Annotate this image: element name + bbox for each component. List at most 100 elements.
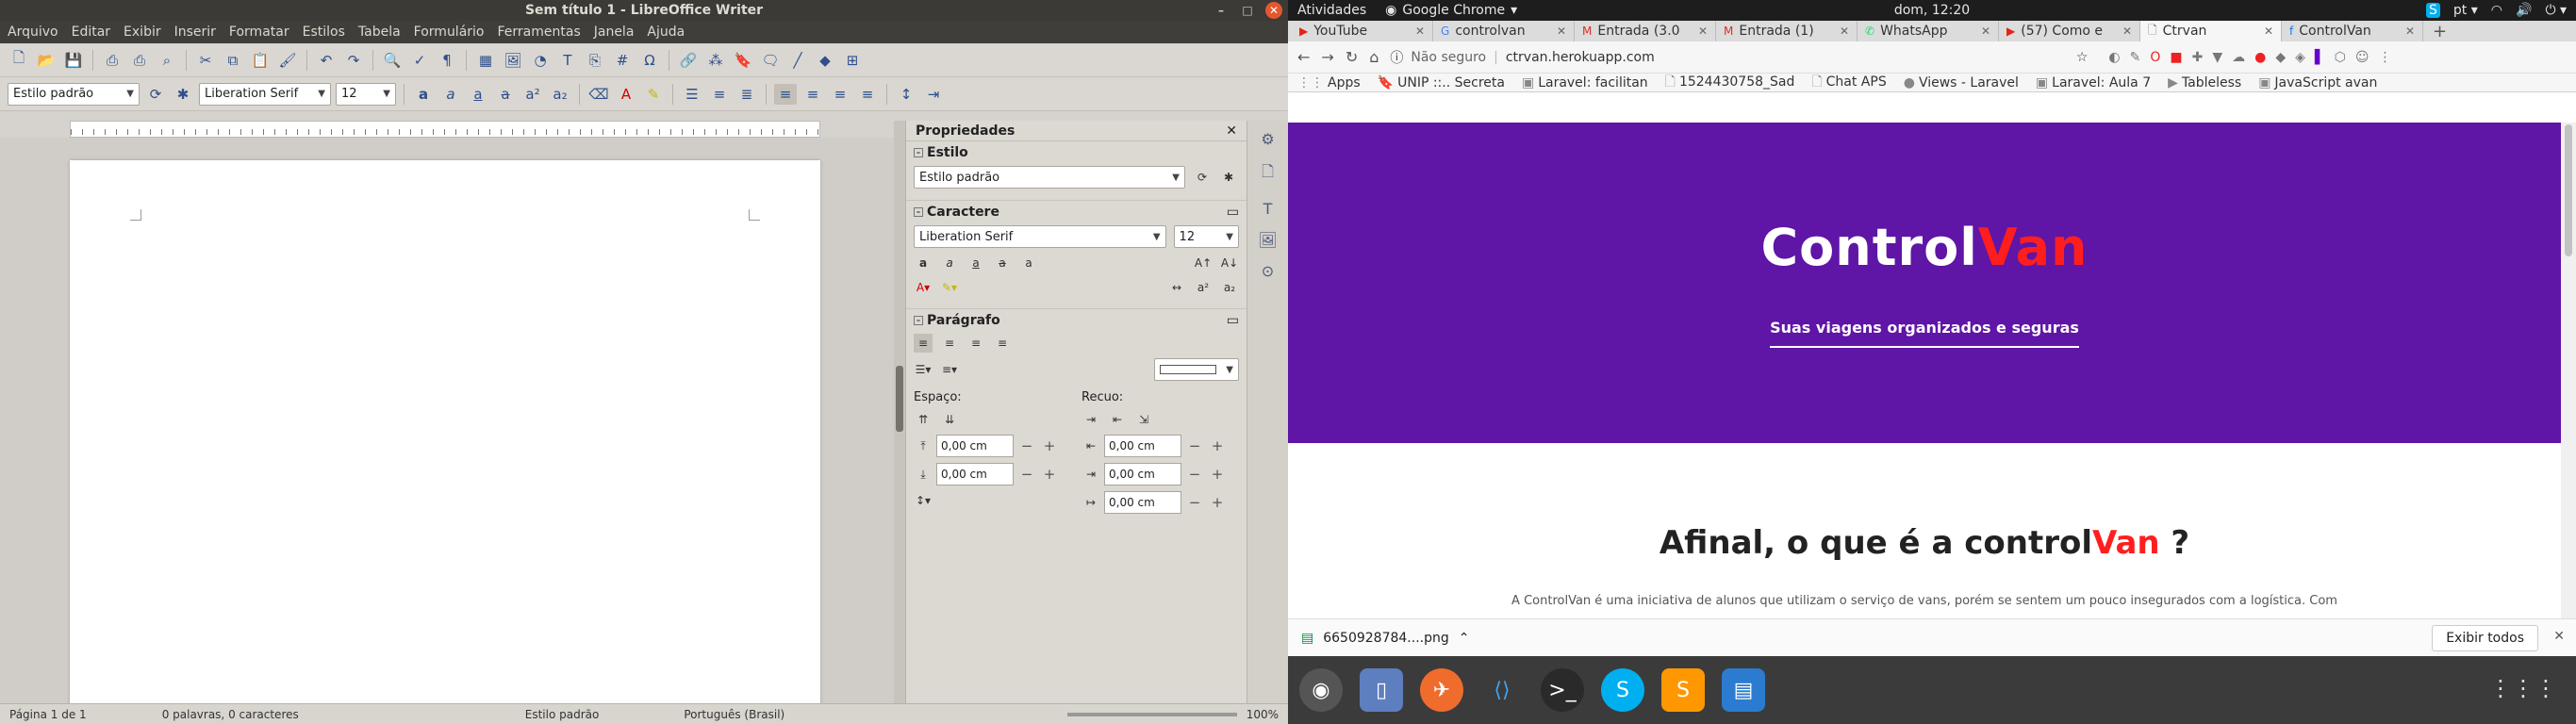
bullets-icon[interactable]: ☰▾ — [914, 360, 933, 379]
increment-icon[interactable]: + — [1208, 437, 1227, 454]
new-doc-icon[interactable]: 🗋 — [8, 49, 30, 71]
space-above-value[interactable]: 0,00 cm — [936, 435, 1014, 457]
update-style-icon[interactable]: ⟳ — [144, 84, 167, 105]
close-tab-icon[interactable]: ✕ — [2122, 25, 2132, 38]
deck-styles-icon[interactable]: T — [1263, 200, 1273, 218]
grid-icon[interactable]: ⊞ — [841, 50, 864, 71]
paste-icon[interactable]: 📋 — [249, 50, 272, 71]
redo-icon[interactable]: ↷ — [342, 50, 365, 71]
insert-pagebreak-icon[interactable]: ⎘ — [584, 50, 606, 71]
decrement-icon[interactable]: − — [1017, 466, 1036, 483]
bold-icon[interactable]: a — [412, 84, 435, 105]
shapes-icon[interactable]: ◆ — [814, 50, 836, 71]
extension-icon[interactable]: ▼ — [2212, 50, 2222, 65]
menu-exibir[interactable]: Exibir — [124, 25, 161, 40]
font-color-icon[interactable]: A▾ — [914, 278, 933, 297]
subscript-icon[interactable]: a₂ — [549, 84, 571, 105]
sidebar-close-icon[interactable]: ✕ — [1226, 123, 1237, 139]
copy-icon[interactable]: ⧉ — [222, 50, 244, 71]
menu-estilos[interactable]: Estilos — [303, 25, 345, 40]
print-icon[interactable]: ⎙ — [128, 50, 151, 71]
bookmark-1[interactable]: 🔖 UNIP ::.. Secreta — [1378, 75, 1505, 90]
first-line-value[interactable]: 0,00 cm — [1104, 491, 1181, 514]
justify-icon[interactable]: ≡ — [993, 334, 1012, 353]
bold-icon[interactable]: a — [914, 254, 933, 272]
decrement-icon[interactable]: − — [1185, 466, 1204, 483]
new-style-icon[interactable]: ✱ — [172, 84, 194, 105]
horizontal-ruler[interactable] — [70, 121, 820, 138]
home-icon[interactable]: ⌂ — [1369, 48, 1379, 66]
files-launcher-icon[interactable]: ▯ — [1360, 668, 1403, 712]
profile-icon[interactable]: ☺ — [2355, 50, 2370, 65]
bookmark-7[interactable]: ▶ Tableless — [2168, 75, 2241, 90]
shadow-icon[interactable]: a — [1019, 254, 1038, 272]
reload-icon[interactable]: ↻ — [1346, 48, 1358, 66]
extension-icon[interactable]: ■ — [2170, 50, 2182, 65]
space-below-value[interactable]: 0,00 cm — [936, 463, 1014, 485]
hyperlink-icon[interactable]: 🔗 — [677, 50, 700, 71]
close-tab-icon[interactable]: ✕ — [1415, 25, 1425, 38]
bookmark-2[interactable]: ▣ Laravel: facilitan — [1522, 75, 1648, 90]
menu-formulario[interactable]: Formulário — [414, 25, 485, 40]
undo-icon[interactable]: ↶ — [315, 50, 338, 71]
paragraph-style-select[interactable]: Estilo padrão ▼ — [8, 82, 140, 106]
extension-icon[interactable]: ✎ — [2130, 50, 2141, 65]
tab-6[interactable]: 🗋 Ctrvan ✕ — [2140, 21, 2282, 41]
increment-icon[interactable]: + — [1208, 494, 1227, 511]
more-options-icon[interactable]: ▭ — [1227, 313, 1239, 328]
back-icon[interactable]: ← — [1297, 48, 1310, 66]
extension-icon[interactable]: ◈ — [2295, 50, 2305, 65]
line-spacing-icon[interactable]: ↕ — [895, 84, 917, 105]
cut-icon[interactable]: ✂ — [194, 50, 217, 71]
indent-before-stepper[interactable]: ⇤ 0,00 cm − + — [1082, 435, 1227, 457]
update-style-icon[interactable]: ⟳ — [1193, 168, 1212, 187]
menu-formatar[interactable]: Formatar — [229, 25, 289, 40]
align-right-icon[interactable]: ≡ — [966, 334, 985, 353]
decrement-icon[interactable]: − — [1185, 494, 1204, 511]
indent-before-value[interactable]: 0,00 cm — [1104, 435, 1181, 457]
postman-launcher-icon[interactable]: ✈ — [1420, 668, 1463, 712]
star-icon[interactable]: ☆ — [2076, 50, 2089, 65]
volume-icon[interactable]: 🔊 — [2516, 3, 2532, 18]
deck-gallery-icon[interactable]: 🖼 — [1258, 231, 1277, 249]
superscript-icon[interactable]: a² — [1194, 278, 1213, 297]
menu-editar[interactable]: Editar — [72, 25, 110, 40]
sidebar-size-select[interactable]: 12 ▼ — [1173, 225, 1239, 248]
insert-table-icon[interactable]: ▦ — [474, 50, 497, 71]
increment-icon[interactable]: + — [1040, 437, 1059, 454]
space-below-stepper[interactable]: ⤓ 0,00 cm − + — [914, 463, 1059, 485]
insert-image-icon[interactable]: 🖼 — [502, 50, 524, 71]
export-pdf-icon[interactable]: ⎙ — [101, 50, 124, 71]
bullets-icon[interactable]: ☰ — [681, 84, 703, 105]
increment-icon[interactable]: + — [1040, 466, 1059, 483]
bookmark-8[interactable]: ▣ JavaScript avan — [2258, 75, 2377, 90]
close-tab-icon[interactable]: ✕ — [2405, 25, 2415, 38]
tab-7[interactable]: f ControlVan ✕ — [2282, 21, 2423, 41]
zoom-slider[interactable] — [1066, 712, 1237, 716]
decrease-spacing-icon[interactable]: ⇊ — [940, 410, 959, 429]
clear-format-icon[interactable]: ⌫ — [587, 84, 610, 105]
save-icon[interactable]: 💾 — [62, 50, 85, 71]
document-scrollbar[interactable] — [894, 121, 905, 703]
align-center-icon[interactable]: ≡ — [940, 334, 959, 353]
info-icon[interactable]: ⓘ — [1390, 48, 1403, 67]
sidebar-font-select[interactable]: Liberation Serif ▼ — [914, 225, 1166, 248]
decrement-icon[interactable]: − — [1017, 437, 1036, 454]
align-center-icon[interactable]: ≡ — [801, 84, 824, 105]
power-icon[interactable]: ⏻ ▾ — [2545, 3, 2567, 18]
highlight-icon[interactable]: ✎▾ — [940, 278, 959, 297]
bookmark-5[interactable]: ● Views - Laravel — [1904, 75, 2019, 90]
insert-chart-icon[interactable]: ◔ — [529, 50, 552, 71]
numbering-icon[interactable]: ≡▾ — [940, 360, 959, 379]
app-grid-icon[interactable]: ⋮⋮⋮ — [2489, 675, 2557, 701]
forward-icon[interactable]: → — [1321, 48, 1333, 66]
menu-icon[interactable]: ⋮ — [2379, 50, 2392, 65]
minimize-icon[interactable]: – — [1213, 2, 1230, 19]
italic-icon[interactable]: a — [439, 84, 462, 105]
extension-icon[interactable]: ▌ — [2315, 50, 2325, 65]
font-size-select[interactable]: 12 ▼ — [336, 82, 396, 106]
paragraph-background-select[interactable]: ▼ — [1154, 358, 1239, 381]
menu-janela[interactable]: Janela — [594, 25, 635, 40]
close-tab-icon[interactable]: ✕ — [2264, 25, 2273, 38]
menu-tabela[interactable]: Tabela — [358, 25, 401, 40]
